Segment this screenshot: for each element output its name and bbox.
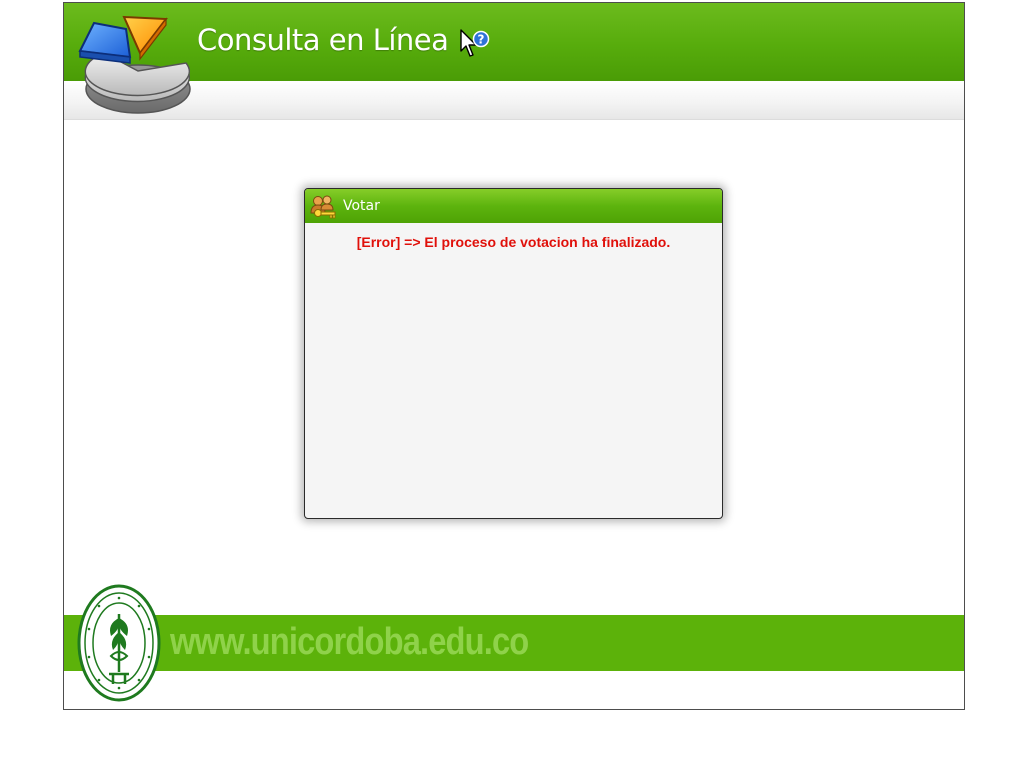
site-title: Consulta en Línea xyxy=(197,23,449,57)
dialog-body: [Error] => El proceso de votacion ha fin… xyxy=(305,223,722,518)
help-cursor-icon[interactable]: ? xyxy=(460,29,490,59)
svg-text:?: ? xyxy=(478,33,485,47)
footer-bar: www.unicordoba.edu.co xyxy=(64,615,964,671)
dialog-titlebar[interactable]: Votar xyxy=(305,189,722,223)
dialog-title: Votar xyxy=(343,198,380,214)
error-message: [Error] => El proceso de votacion ha fin… xyxy=(356,234,671,250)
users-key-icon xyxy=(310,195,336,219)
header-subbar xyxy=(64,81,964,120)
pie-chart-icon xyxy=(78,15,191,114)
footer-url: www.unicordoba.edu.co xyxy=(170,621,529,663)
university-seal-icon xyxy=(77,584,161,702)
vote-dialog: Votar [Error] => El proceso de votacion … xyxy=(304,188,723,519)
page-frame: Consulta en Línea ? Votar [Error] => El … xyxy=(63,2,965,710)
